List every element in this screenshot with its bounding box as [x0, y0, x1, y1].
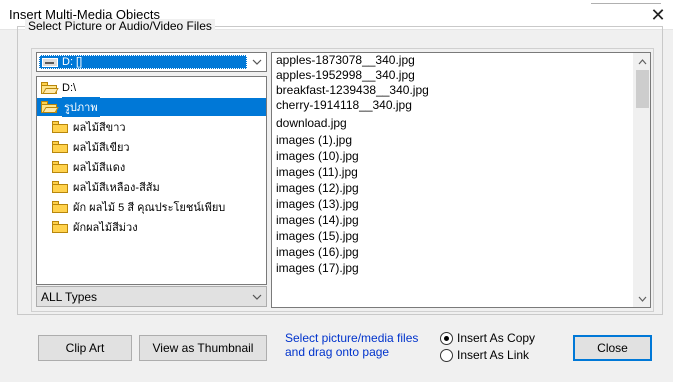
- folder-name: D:\: [62, 82, 77, 94]
- folder-name: ผัก ผลไม้ 5 สี คุณประโยชน์เพียบ: [73, 202, 226, 214]
- insert-as-copy-option[interactable]: Insert As Copy: [440, 330, 535, 346]
- vertical-scrollbar[interactable]: [633, 53, 650, 307]
- drive-selected: D: []: [39, 55, 247, 69]
- file-item[interactable]: images (11).jpg: [276, 165, 358, 180]
- drag-hint: Select picture/media files and drag onto…: [285, 331, 418, 359]
- file-item[interactable]: images (13).jpg: [276, 197, 359, 212]
- file-item[interactable]: images (17).jpg: [276, 261, 359, 276]
- view-thumbnail-button[interactable]: View as Thumbnail: [139, 335, 267, 361]
- file-type-label: ALL Types: [41, 289, 98, 304]
- file-item[interactable]: breakfast-1239438__340.jpg: [276, 83, 429, 98]
- file-item[interactable]: cherry-1914118__340.jpg: [276, 98, 412, 113]
- folder-icon: [52, 221, 68, 233]
- scroll-thumb[interactable]: [636, 70, 649, 108]
- insert-as-link-label: Insert As Link: [457, 348, 530, 362]
- file-list[interactable]: apples-1873078__340.jpg apples-1952998__…: [271, 52, 651, 308]
- close-button[interactable]: Close: [573, 335, 652, 361]
- folder-item-selected[interactable]: รูปภาพ: [37, 97, 266, 117]
- chevron-down-icon[interactable]: [250, 290, 264, 304]
- folder-icon: [52, 141, 68, 153]
- folder-name: รูปภาพ: [62, 97, 100, 117]
- file-item[interactable]: images (14).jpg: [276, 213, 359, 228]
- folder-item[interactable]: ผักผลไม้สีม่วง: [37, 218, 266, 236]
- clip-art-button[interactable]: Clip Art: [38, 335, 132, 361]
- chevron-down-icon[interactable]: [250, 55, 264, 69]
- file-item[interactable]: images (12).jpg: [276, 181, 359, 196]
- folder-icon: [52, 201, 68, 213]
- folder-item-root[interactable]: D:\: [37, 79, 266, 97]
- folder-item[interactable]: ผลไม้สีเหลือง-สีส้ม: [37, 178, 266, 196]
- folder-item[interactable]: ผลไม้สีขาว: [37, 118, 266, 136]
- file-item[interactable]: apples-1952998__340.jpg: [276, 68, 415, 83]
- scroll-down-icon[interactable]: [634, 290, 650, 307]
- file-item[interactable]: images (1).jpg: [276, 133, 352, 148]
- folder-name: ผลไม้สีเขียว: [73, 142, 130, 154]
- folder-name: ผลไม้สีเหลือง-สีส้ม: [73, 182, 160, 194]
- file-item[interactable]: apples-1873078__340.jpg: [276, 53, 415, 68]
- folder-name: ผลไม้สีแดง: [73, 162, 126, 174]
- file-type-select[interactable]: ALL Types: [36, 286, 267, 307]
- insert-as-link-option[interactable]: Insert As Link: [440, 347, 529, 363]
- folder-icon: [52, 161, 68, 173]
- drive-select[interactable]: D: []: [36, 52, 267, 72]
- folder-name: ผักผลไม้สีม่วง: [73, 222, 138, 234]
- folder-list[interactable]: D:\ รูปภาพ ผลไม้สีขาว ผลไม้สีเขียว ผลไม้…: [36, 76, 267, 285]
- folder-item[interactable]: ผัก ผลไม้ 5 สี คุณประโยชน์เพียบ: [37, 198, 266, 216]
- radio-unchecked-icon[interactable]: [440, 348, 453, 362]
- scroll-up-icon[interactable]: [634, 53, 650, 70]
- drive-label: D: []: [62, 56, 83, 68]
- open-folder-icon: [41, 82, 59, 94]
- folder-item[interactable]: ผลไม้สีแดง: [37, 158, 266, 176]
- drive-icon: [42, 57, 58, 67]
- file-item[interactable]: download.jpg: [276, 116, 347, 131]
- radio-checked-icon[interactable]: [440, 331, 453, 345]
- folder-icon: [52, 121, 68, 133]
- file-item[interactable]: images (16).jpg: [276, 245, 359, 260]
- open-folder-icon: [41, 101, 59, 113]
- folder-name: ผลไม้สีขาว: [73, 122, 126, 134]
- group-label: Select Picture or Audio/Video Files: [25, 19, 215, 33]
- drag-hint-line1: Select picture/media files: [285, 331, 419, 345]
- folder-icon: [52, 181, 68, 193]
- file-item[interactable]: images (15).jpg: [276, 229, 359, 244]
- file-item[interactable]: images (10).jpg: [276, 149, 359, 164]
- insert-as-copy-label: Insert As Copy: [457, 331, 536, 345]
- folder-item[interactable]: ผลไม้สีเขียว: [37, 138, 266, 156]
- drag-hint-line2: and drag onto page: [285, 345, 390, 359]
